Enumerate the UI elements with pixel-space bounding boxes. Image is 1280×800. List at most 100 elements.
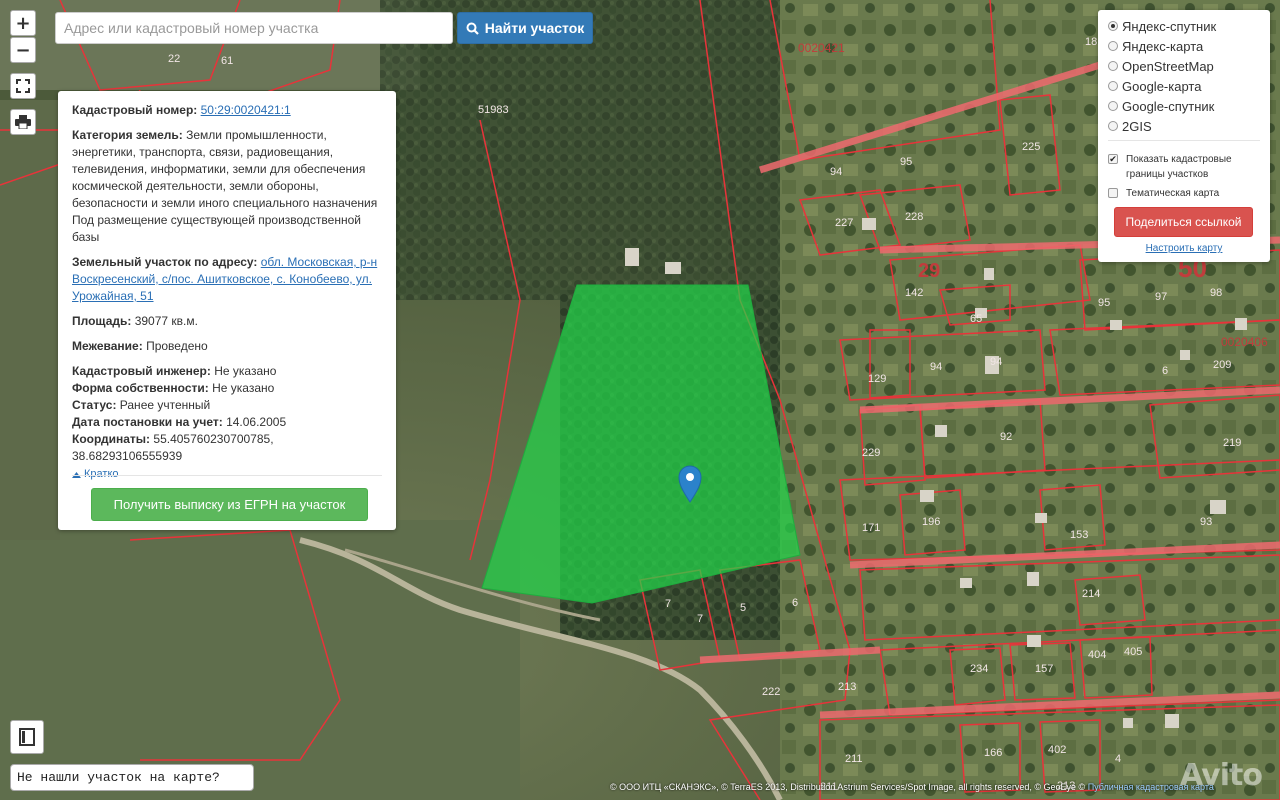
layer-option[interactable]: Google-карта (1108, 76, 1270, 96)
area-value: 39077 кв.м. (134, 314, 198, 328)
layer-radio[interactable] (1108, 121, 1118, 131)
avito-watermark: Avito (1180, 758, 1263, 793)
engineer-label: Кадастровый инженер: (72, 364, 211, 378)
ownership-label: Форма собственности: (72, 381, 209, 395)
zoom-in-button[interactable]: + (10, 10, 36, 36)
search-button-label: Найти участок (484, 20, 585, 36)
survey-value: Проведено (146, 339, 208, 353)
coordinates-label: Координаты: (72, 432, 151, 446)
parcel-number-label: 95 (1098, 297, 1110, 309)
parcel-number-label: 225 (1022, 141, 1040, 153)
parcel-number-label: 93 (1200, 516, 1212, 528)
area-label: Площадь: (72, 314, 132, 328)
field-southwest (0, 520, 520, 800)
zoom-out-button[interactable]: − (10, 37, 36, 63)
parcel-number-label: 98 (1210, 287, 1222, 299)
share-link-button[interactable]: Поделиться ссылкой (1114, 207, 1253, 237)
layer-option[interactable]: Яндекс-карта (1108, 36, 1270, 56)
parcel-number-label: 402 (1048, 744, 1066, 756)
forest-north (380, 0, 800, 300)
address-label: Земельный участок по адресу: (72, 255, 258, 269)
ownership-value: Не указано (212, 381, 275, 395)
parcel-number-label: 6 (792, 597, 798, 609)
parcel-number-label: 227 (835, 217, 853, 229)
status-label: Статус: (72, 398, 117, 412)
land-west (0, 100, 60, 540)
fullscreen-icon (16, 79, 30, 93)
layer-option[interactable]: OpenStreetMap (1108, 56, 1270, 76)
parcel-number-label: 5 (740, 602, 746, 614)
parcel-number-label: 222 (762, 686, 780, 698)
search-icon (466, 22, 479, 35)
parcel-number-label: 94 (930, 361, 942, 373)
parcel-number-label: 213 (838, 681, 856, 693)
layer-option[interactable]: Google-спутник (1108, 96, 1270, 116)
land-usage: Под размещение существующей производстве… (72, 213, 361, 244)
panel-divider (72, 475, 382, 476)
layers-divider (1108, 140, 1260, 141)
print-button[interactable] (10, 109, 36, 135)
legend-button[interactable] (10, 720, 44, 754)
parcel-number-label: 22 (168, 53, 180, 65)
block-label-29: 29 (918, 260, 940, 282)
configure-map-link[interactable]: Настроить карту (1098, 243, 1270, 254)
land-category-label: Категория земель: (72, 128, 183, 142)
parcel-number-label: 209 (1213, 359, 1231, 371)
search-input[interactable] (55, 12, 453, 44)
parcel-number-label: 65 (970, 313, 982, 325)
registration-date-value: 14.06.2005 (226, 415, 287, 429)
parcel-number-label: 196 (922, 516, 940, 528)
egrn-extract-button[interactable]: Получить выписку из ЕГРН на участок (91, 488, 368, 521)
layer-option[interactable]: Яндекс-спутник (1108, 16, 1270, 36)
layer-radio[interactable] (1108, 41, 1118, 51)
map-attribution: © ООО ИТЦ «СКАНЭКС», © TerraES 2013, Dis… (606, 778, 1280, 796)
layer-option[interactable]: 2GIS (1108, 116, 1270, 136)
parcel-number-label: 405 (1124, 646, 1142, 658)
layer-radio[interactable] (1108, 61, 1118, 71)
parcel-number-label: 211 (845, 753, 863, 765)
parcel-number-label: 7 (697, 613, 703, 625)
show-boundaries-checkbox[interactable]: ✔ (1108, 154, 1118, 164)
fullscreen-button[interactable] (10, 73, 36, 99)
map-layers-panel: Яндекс-спутник Яндекс-карта OpenStreetMap G… (1098, 10, 1270, 262)
parcel-number-label: 214 (1082, 588, 1100, 600)
parcel-number-label: 7 (665, 598, 671, 610)
layer-option-label: 2GIS (1122, 118, 1152, 134)
engineer-value: Не указано (214, 364, 277, 378)
parcel-number-label: 228 (905, 211, 923, 223)
parcel-number-label: 219 (1223, 437, 1241, 449)
attribution-text: © ООО ИТЦ «СКАНЭКС», © TerraES 2013, Dis… (610, 782, 1086, 792)
thematic-map-checkbox[interactable] (1108, 188, 1118, 198)
parcel-number-label: 94 (990, 356, 1002, 368)
parcel-info-panel: Кадастровый номер: 50:29:0020421:1 Катег… (58, 91, 396, 530)
cadastral-number-link[interactable]: 50:29:0020421:1 (201, 103, 291, 117)
show-boundaries-option[interactable]: ✔ Показать кадастровые границы участков (1108, 152, 1270, 182)
parcel-number-label: 95 (900, 156, 912, 168)
layer-option-label: Google-спутник (1122, 98, 1215, 114)
parcel-number-label: 51983 (478, 104, 509, 116)
thematic-map-label: Тематическая карта (1126, 188, 1220, 199)
cadastral-number-label: Кадастровый номер: (72, 103, 198, 117)
parcel-number-label: 171 (862, 522, 880, 534)
layer-radio[interactable] (1108, 101, 1118, 111)
thematic-map-option[interactable]: Тематическая карта (1108, 186, 1270, 201)
search-button[interactable]: Найти участок (457, 12, 593, 44)
parcel-number-label: 6 (1162, 365, 1168, 377)
block-label-0020406: 0020406 (1221, 335, 1268, 349)
parcel-number-label: 153 (1070, 529, 1088, 541)
parcel-number-label: 97 (1155, 291, 1167, 303)
parcel-number-label: 61 (221, 55, 233, 67)
parcel-number-label: 142 (905, 287, 923, 299)
status-value: Ранее учтенный (119, 398, 211, 412)
not-found-button[interactable]: Не нашли участок на карте? (10, 764, 254, 791)
registration-date-label: Дата постановки на учет: (72, 415, 223, 429)
book-icon (19, 728, 35, 746)
parcel-number-label: 18 (1085, 36, 1097, 48)
parcel-number-label: 234 (970, 663, 988, 675)
layer-radio[interactable] (1108, 81, 1118, 91)
block-label-0020421: 0020421 (798, 41, 845, 55)
printer-icon (15, 115, 31, 129)
parcel-number-label: 166 (984, 747, 1002, 759)
layer-radio[interactable] (1108, 21, 1118, 31)
parcel-number-label: 404 (1088, 649, 1106, 661)
